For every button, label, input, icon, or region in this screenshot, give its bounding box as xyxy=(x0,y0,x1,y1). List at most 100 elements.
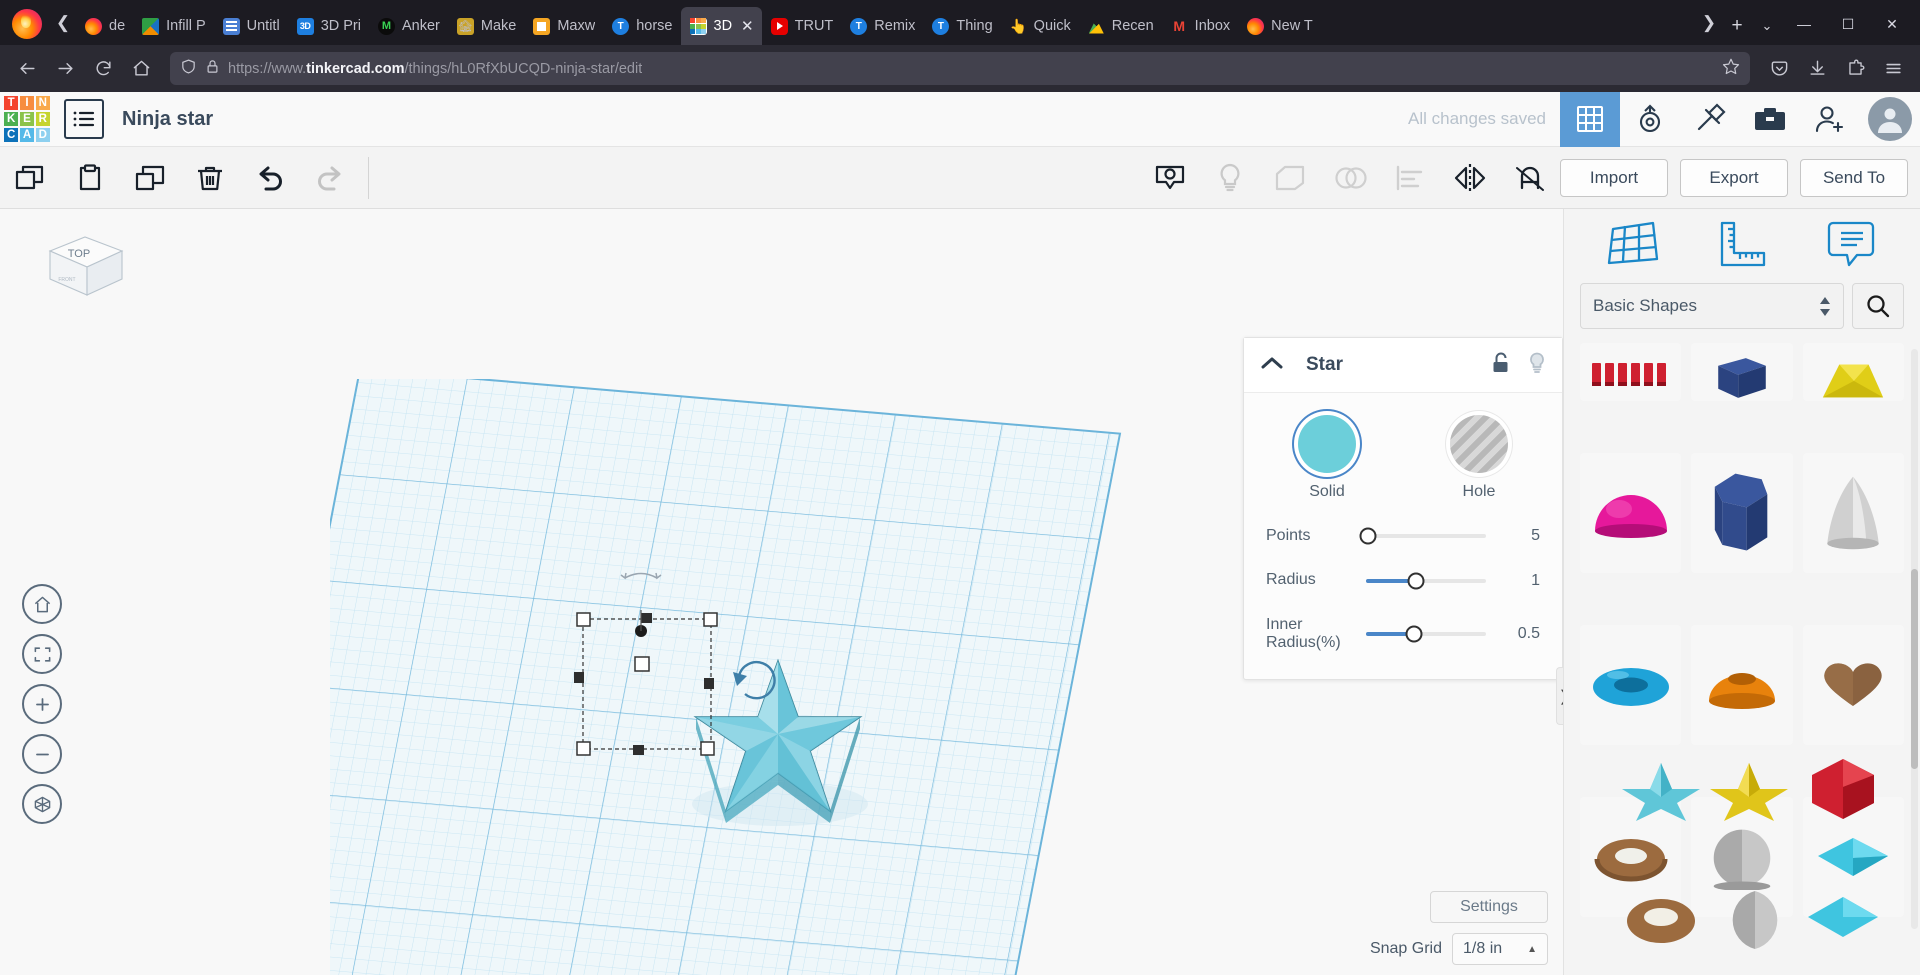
solid-mode-option[interactable]: Solid xyxy=(1279,415,1375,501)
group-icon[interactable] xyxy=(1260,147,1320,209)
import-button[interactable]: Import xyxy=(1560,159,1668,197)
forward-icon[interactable] xyxy=(48,52,82,86)
duplicate-icon[interactable] xyxy=(120,147,180,209)
shape-item-torus[interactable] xyxy=(1580,625,1681,745)
align-icon[interactable] xyxy=(1380,147,1440,209)
search-icon[interactable] xyxy=(1852,283,1904,329)
new-tab-button[interactable]: + xyxy=(1722,7,1752,45)
shape-item-diamond-blue-icon[interactable] xyxy=(1798,889,1888,945)
extensions-icon[interactable] xyxy=(1838,52,1872,86)
url-bar[interactable]: https://www.tinkercad.com/things/hL0RfXb… xyxy=(170,52,1750,85)
browser-tab-active[interactable]: 3D ✕ xyxy=(681,7,762,45)
maximize-icon[interactable]: ☐ xyxy=(1826,7,1870,41)
browser-tab[interactable]: T horse xyxy=(603,7,680,45)
browser-tab[interactable]: 3D 3D Pri xyxy=(288,7,369,45)
browser-tab[interactable]: T Thing xyxy=(923,7,1000,45)
view-cube[interactable]: TOP FRONT xyxy=(40,229,130,311)
zoom-in-icon[interactable] xyxy=(22,684,62,724)
browser-tab[interactable]: T Remix xyxy=(841,7,923,45)
ruler-icon[interactable] xyxy=(1714,219,1770,274)
save-to-pocket-icon[interactable] xyxy=(1762,52,1796,86)
send-to-button[interactable]: Send To xyxy=(1800,159,1908,197)
browser-tab[interactable]: Maxw xyxy=(524,7,603,45)
selection-widget[interactable] xyxy=(555,564,785,774)
export-button[interactable]: Export xyxy=(1680,159,1788,197)
inner-radius-slider-knob[interactable] xyxy=(1406,626,1423,643)
close-icon[interactable]: ✕ xyxy=(741,17,754,35)
ortho-perspective-icon[interactable] xyxy=(22,784,62,824)
delete-icon[interactable] xyxy=(180,147,240,209)
magnet-icon[interactable] xyxy=(1500,147,1560,209)
browser-tab[interactable]: Quick xyxy=(1001,7,1079,45)
shape-category-select[interactable]: Basic Shapes xyxy=(1580,283,1844,329)
solid-swatch[interactable] xyxy=(1298,415,1356,473)
redo-icon[interactable] xyxy=(300,147,360,209)
browser-tab[interactable]: M Anker xyxy=(369,7,448,45)
window-close-icon[interactable]: ✕ xyxy=(1870,7,1914,41)
project-list-button[interactable] xyxy=(64,99,104,139)
browser-tab[interactable]: Untitl xyxy=(214,7,288,45)
radius-slider-knob[interactable] xyxy=(1408,572,1425,589)
browser-tab[interactable]: TRUT xyxy=(762,7,842,45)
tinkercad-logo[interactable]: T I N K E R C A D xyxy=(4,96,50,142)
codeblocks-icon[interactable] xyxy=(1620,92,1680,147)
inner-radius-slider[interactable] xyxy=(1366,632,1486,636)
notes-icon[interactable] xyxy=(1823,219,1879,274)
shield-icon[interactable] xyxy=(180,58,197,80)
snap-grid-select[interactable]: 1/8 in ▲ xyxy=(1452,933,1548,965)
shape-item-hexagonal-prism[interactable] xyxy=(1691,453,1792,573)
visibility-icon[interactable] xyxy=(1140,147,1200,209)
light-bulb-icon[interactable] xyxy=(1200,147,1260,209)
undo-icon[interactable] xyxy=(240,147,300,209)
home-view-icon[interactable] xyxy=(22,584,62,624)
zoom-out-icon[interactable] xyxy=(22,734,62,774)
shape-item-heart[interactable] xyxy=(1803,625,1904,745)
browser-tab[interactable]: Recen xyxy=(1079,7,1162,45)
points-value[interactable]: 5 xyxy=(1498,527,1540,545)
copy-icon[interactable] xyxy=(0,147,60,209)
shapes-grid[interactable] xyxy=(1564,343,1920,959)
hole-mode-option[interactable]: Hole xyxy=(1431,415,1527,501)
chevron-up-icon[interactable] xyxy=(1260,354,1284,376)
radius-slider[interactable] xyxy=(1366,579,1486,583)
shape-item-polygon-red-icon[interactable] xyxy=(1802,755,1884,823)
shape-item-star-teal-icon[interactable] xyxy=(1616,755,1706,825)
shape-item-quarter-cylinder-icon[interactable] xyxy=(1712,883,1798,957)
browser-tab[interactable]: New T xyxy=(1238,7,1321,45)
shape-item-box[interactable] xyxy=(1691,343,1792,401)
paste-icon[interactable] xyxy=(60,147,120,209)
back-icon[interactable] xyxy=(10,52,44,86)
light-bulb-icon[interactable] xyxy=(1528,352,1546,379)
minimize-icon[interactable]: — xyxy=(1782,7,1826,41)
simulate-hammer-icon[interactable] xyxy=(1680,92,1740,147)
account-avatar-icon[interactable] xyxy=(1860,92,1920,147)
points-slider[interactable] xyxy=(1366,534,1486,538)
shape-item-ring-icon[interactable] xyxy=(1616,883,1706,953)
shape-item-half-sphere[interactable] xyxy=(1580,453,1681,573)
home-icon[interactable] xyxy=(124,52,158,86)
shape-item-paraboloid[interactable] xyxy=(1803,453,1904,573)
downloads-icon[interactable] xyxy=(1800,52,1834,86)
points-slider-knob[interactable] xyxy=(1360,528,1377,545)
browser-tab[interactable]: Infill P xyxy=(133,7,214,45)
browser-tab[interactable]: M Inbox xyxy=(1162,7,1238,45)
shape-item-wedge[interactable] xyxy=(1803,343,1904,401)
settings-button[interactable]: Settings xyxy=(1430,891,1548,923)
reload-icon[interactable] xyxy=(86,52,120,86)
fit-all-icon[interactable] xyxy=(22,634,62,674)
browser-tab[interactable]: Make xyxy=(448,7,524,45)
list-all-tabs-button[interactable]: ⌄ xyxy=(1752,7,1782,45)
page-title[interactable]: Ninja star xyxy=(122,108,213,131)
app-menu-icon[interactable] xyxy=(1876,52,1910,86)
tab-scroll-left-button[interactable]: ❮ xyxy=(50,4,76,42)
ungroup-icon[interactable] xyxy=(1320,147,1380,209)
unlock-icon[interactable] xyxy=(1492,352,1510,379)
blocks-grid-icon[interactable] xyxy=(1560,92,1620,147)
gallery-icon[interactable] xyxy=(1740,92,1800,147)
mirror-icon[interactable] xyxy=(1440,147,1500,209)
browser-tab[interactable]: de xyxy=(76,7,133,45)
shape-item-round-roof[interactable] xyxy=(1691,625,1792,745)
bookmark-star-icon[interactable] xyxy=(1722,57,1740,80)
shape-item-text[interactable] xyxy=(1580,343,1681,401)
shapes-scrollbar-thumb[interactable] xyxy=(1911,569,1918,769)
